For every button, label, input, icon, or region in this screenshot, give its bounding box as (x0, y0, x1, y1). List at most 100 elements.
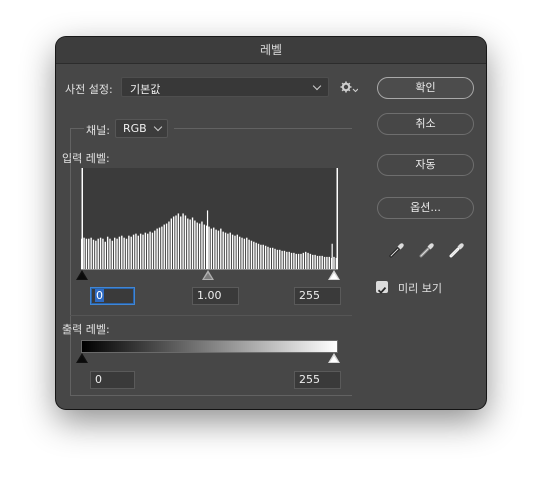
output-white-field[interactable]: 255 (294, 371, 341, 389)
histogram-bar (102, 238, 104, 269)
histogram-bar (201, 221, 203, 269)
histogram-bar (328, 256, 330, 269)
histogram-bar (213, 227, 215, 269)
histogram-bar (264, 245, 267, 269)
histogram (81, 168, 338, 269)
histogram-bar (279, 249, 281, 269)
histogram-bar (182, 213, 184, 269)
ok-button[interactable]: 확인 (377, 77, 474, 99)
group-frame-top-left (70, 128, 84, 129)
input-black-value: 0 (95, 289, 104, 302)
histogram-bar (165, 223, 168, 269)
preset-value: 기본값 (130, 83, 161, 96)
histogram-bar (307, 252, 309, 269)
histogram-bar (238, 236, 241, 269)
histogram-bar (281, 250, 283, 269)
histogram-bar (227, 233, 229, 269)
histogram-bar (142, 234, 144, 269)
histogram-bar (286, 251, 288, 269)
histogram-edge-line (81, 168, 83, 269)
histogram-bar (151, 232, 154, 269)
histogram-bar (118, 236, 121, 269)
histogram-spike (331, 243, 333, 269)
gray-point-eyedropper-icon[interactable] (417, 240, 437, 260)
histogram-bar (323, 256, 326, 269)
histogram-bar (106, 236, 109, 269)
histogram-bar (114, 237, 116, 269)
input-gamma-field[interactable]: 1.00 (192, 287, 239, 305)
options-button[interactable]: 옵션... (377, 197, 474, 219)
histogram-bar (132, 234, 135, 269)
input-gamma-value: 1.00 (197, 289, 222, 302)
group-frame-bottom (70, 395, 352, 396)
input-white-field[interactable]: 255 (294, 287, 341, 305)
histogram-bar (253, 241, 255, 269)
histogram-spike (206, 210, 209, 269)
auto-button[interactable]: 자동 (377, 154, 474, 176)
input-black-slider[interactable] (76, 270, 88, 280)
white-point-eyedropper-icon[interactable] (447, 240, 467, 260)
histogram-bar (177, 213, 180, 269)
output-levels-label: 출력 레벨: (62, 323, 110, 336)
input-white-slider[interactable] (328, 270, 340, 280)
output-white-slider[interactable] (328, 353, 340, 363)
preview-checkbox[interactable] (376, 281, 388, 294)
histogram-bar (116, 238, 118, 269)
histogram-bar (215, 229, 217, 269)
histogram-bar (88, 238, 90, 269)
histogram-bar (326, 256, 328, 269)
black-point-eyedropper-icon[interactable] (387, 240, 407, 260)
histogram-bar (231, 234, 234, 269)
gear-icon[interactable] (340, 80, 358, 94)
histogram-bar (316, 255, 319, 269)
histogram-bar (163, 224, 165, 269)
histogram-bar (121, 235, 123, 269)
histogram-bar (90, 237, 92, 269)
histogram-bar (267, 246, 269, 269)
histogram-bar (156, 228, 158, 269)
histogram-bar (321, 255, 323, 269)
output-black-field[interactable]: 0 (90, 371, 135, 389)
checkmark-icon (377, 286, 387, 294)
output-black-slider[interactable] (76, 353, 88, 363)
histogram-bar (246, 237, 248, 269)
histogram-bar (319, 255, 321, 269)
histogram-bar (99, 237, 102, 269)
histogram-bar (333, 256, 335, 269)
histogram-bar (189, 219, 191, 269)
histogram-bar (295, 253, 297, 269)
histogram-bar (229, 232, 231, 269)
histogram-bar (111, 240, 114, 269)
histogram-bar (210, 228, 213, 269)
histogram-bar (139, 233, 142, 269)
histogram-bar (220, 228, 222, 269)
histogram-bar (283, 250, 286, 269)
input-black-field[interactable]: 0 (90, 287, 135, 305)
preset-select[interactable]: 기본값 (121, 77, 329, 97)
histogram-bar (191, 217, 194, 269)
histogram-bar (271, 247, 274, 269)
group-frame-top-right (174, 128, 352, 129)
section-divider (70, 315, 352, 316)
histogram-bar (194, 220, 196, 269)
cancel-button[interactable]: 취소 (377, 113, 474, 135)
histogram-bar (125, 238, 128, 269)
histogram-bar (92, 239, 95, 269)
histogram-bar (175, 215, 177, 269)
histogram-bar (304, 251, 307, 269)
histogram-bar (161, 226, 163, 269)
histogram-bar (85, 238, 88, 269)
histogram-bar (170, 218, 173, 269)
histogram-bar (154, 230, 156, 269)
histogram-bar (241, 237, 243, 269)
histogram-bar (187, 218, 189, 269)
histogram-bar (147, 233, 149, 269)
histogram-bar (184, 215, 187, 269)
channel-select[interactable]: RGB (115, 119, 168, 138)
histogram-bar (243, 238, 246, 269)
histogram-bar (180, 216, 182, 269)
histogram-bar (123, 237, 125, 269)
histogram-bar (274, 248, 276, 269)
levels-dialog: 레벨 사전 설정: 기본값 채널: RGB 입력 레벨: 0 1.00 255 … (56, 37, 486, 409)
input-gamma-slider[interactable] (202, 270, 214, 280)
